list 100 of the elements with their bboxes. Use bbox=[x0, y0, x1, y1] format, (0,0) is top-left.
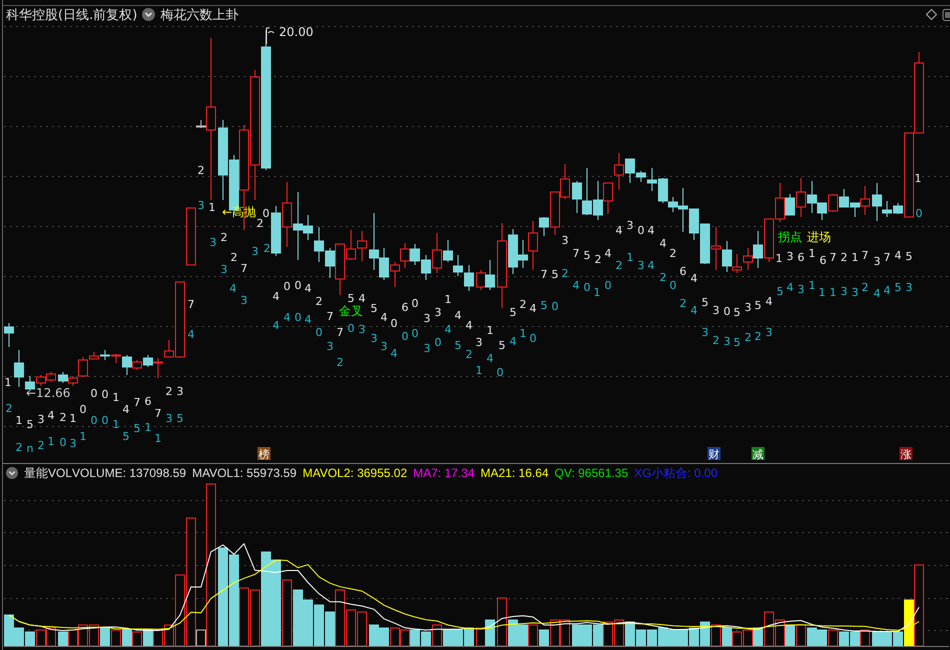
signal-digit: 5 bbox=[348, 292, 354, 305]
signal-digit: 1 bbox=[112, 391, 120, 404]
legend-value: MA21: 16.64 bbox=[480, 466, 549, 480]
legend-value: MAVOL2: 36955.02 bbox=[302, 466, 408, 480]
signal-label: 进场 bbox=[807, 230, 831, 244]
signal-digit: 5 bbox=[176, 412, 184, 425]
signal-digit: 3 bbox=[220, 263, 228, 276]
legend-value: MAVOL1: 55973.59 bbox=[192, 466, 297, 480]
signal-digit: 2 bbox=[38, 439, 44, 452]
legend-value: QV: 96561.35 bbox=[554, 466, 628, 480]
signal-digit: 4 bbox=[648, 259, 654, 272]
signal-digit: 2 bbox=[862, 281, 868, 294]
signal-digit: 1 bbox=[444, 293, 452, 306]
signal-digit: 4 bbox=[530, 302, 536, 315]
signal-digit: 2 bbox=[166, 385, 172, 398]
signal-digit: 6 bbox=[798, 251, 804, 264]
price-high-label: 20.00 bbox=[279, 25, 314, 39]
signal-digit: 1 bbox=[808, 247, 816, 260]
signal-digit: 3 bbox=[240, 294, 248, 307]
signal-digit: 4 bbox=[230, 282, 236, 295]
signal-digit: 2 bbox=[616, 259, 622, 272]
indicator-name[interactable]: 梅花六数上卦 bbox=[160, 6, 238, 24]
signal-digit: 4 bbox=[572, 279, 580, 292]
signal-label: 拐点 bbox=[778, 230, 802, 244]
event-badge[interactable]: 财 bbox=[708, 447, 720, 461]
signal-digit: 0 bbox=[294, 311, 302, 324]
signal-digit: 1 bbox=[626, 251, 634, 264]
signal-digit: 4 bbox=[648, 224, 654, 237]
stock-title: 科华控股(日线.前复权) bbox=[6, 6, 138, 24]
signal-digit: 2 bbox=[16, 441, 22, 454]
signal-digit: 3 bbox=[434, 306, 442, 319]
signal-digit: 4 bbox=[690, 272, 698, 285]
signal-digit: 1 bbox=[776, 252, 782, 265]
signal-digit: 0 bbox=[294, 279, 302, 292]
signal-digit: 5 bbox=[370, 302, 378, 315]
signal-digit: 1 bbox=[486, 324, 494, 337]
signal-digit: 3 bbox=[252, 245, 258, 258]
signal-digit: 4 bbox=[304, 313, 312, 326]
signal-digit: 2 bbox=[520, 298, 526, 311]
signal-digit: 6 bbox=[402, 301, 408, 314]
event-badge[interactable]: 涨 bbox=[900, 447, 912, 461]
signal-digit: 0 bbox=[552, 300, 558, 313]
signal-digit: 0 bbox=[102, 414, 108, 427]
signal-digit: 3 bbox=[712, 304, 720, 317]
signal-digit: 4 bbox=[358, 292, 366, 305]
signal-digit: 3 bbox=[476, 336, 482, 349]
signal-digit: 5 bbox=[754, 299, 762, 312]
signal-digit: 0 bbox=[102, 388, 108, 401]
signal-digit: 1 bbox=[154, 432, 162, 445]
signal-digit: 3 bbox=[424, 342, 430, 355]
legend-value: VOLUME: 137098.59 bbox=[72, 466, 186, 480]
indicator-name[interactable]: 量能VOL bbox=[24, 464, 72, 482]
signal-digit: 3 bbox=[358, 323, 366, 336]
signal-digit: 0 bbox=[402, 330, 408, 343]
signal-digit: 4 bbox=[874, 287, 880, 300]
event-badge[interactable]: 减 bbox=[752, 447, 764, 461]
signal-digit: 0 bbox=[604, 279, 612, 292]
signal-digit: 7 bbox=[336, 326, 344, 339]
signal-digit: 0 bbox=[348, 322, 354, 335]
signal-digit: 2 bbox=[754, 330, 762, 343]
signal-digit: 1 bbox=[144, 421, 152, 434]
signal-digit: 1 bbox=[808, 279, 816, 292]
signal-digit: 2 bbox=[670, 247, 676, 260]
signal-digit: 4 bbox=[766, 295, 772, 308]
legend-value: XG小粘合: 0.00 bbox=[634, 464, 718, 482]
signal-digit: 5 bbox=[584, 249, 590, 262]
event-badge[interactable]: 榜 bbox=[258, 447, 270, 461]
signal-digit: 6 bbox=[144, 395, 152, 408]
signal-digit: 3 bbox=[906, 281, 912, 294]
signal-digit: 4 bbox=[304, 282, 312, 295]
signal-digit: 5 bbox=[734, 306, 740, 319]
signal-digit: 5 bbox=[906, 250, 912, 263]
signal-digit: 0 bbox=[412, 327, 418, 340]
signal-digit: 1 bbox=[594, 286, 600, 299]
signal-digit: 3 bbox=[840, 285, 848, 298]
legend-value: MA7: 17.34 bbox=[413, 466, 474, 480]
signal-digit: 3 bbox=[176, 385, 184, 398]
signal-digit: 0 bbox=[584, 281, 590, 294]
signal-digit: 3 bbox=[852, 286, 858, 299]
signal-digit: 3 bbox=[562, 234, 568, 247]
signal-digit: 3 bbox=[326, 340, 334, 353]
signal-digit: 2 bbox=[466, 348, 472, 361]
signal-digit: 2 bbox=[744, 331, 752, 344]
signal-digit: 7 bbox=[862, 249, 868, 262]
signal-digit: 2 bbox=[6, 402, 12, 415]
signal-digit: 4 bbox=[390, 347, 398, 360]
signal-digit: 5 bbox=[734, 336, 740, 349]
signal-digit: 4 bbox=[48, 409, 54, 422]
signal-digit: 5 bbox=[540, 299, 548, 312]
signal-digit: 0 bbox=[412, 297, 418, 310]
signal-digit: 5 bbox=[498, 339, 506, 352]
signal-digit: 2 bbox=[230, 251, 238, 264]
signal-digit: 2 bbox=[256, 217, 264, 230]
signal-digit: 7 bbox=[884, 251, 890, 264]
signal-digit: 1 bbox=[80, 430, 86, 443]
signal-digit: 3 bbox=[380, 340, 388, 353]
signal-digit: 7 bbox=[134, 396, 140, 409]
signal-label: 金叉 bbox=[339, 304, 363, 318]
signal-digit: 7 bbox=[240, 262, 248, 275]
signal-digit: 6 bbox=[680, 265, 686, 278]
